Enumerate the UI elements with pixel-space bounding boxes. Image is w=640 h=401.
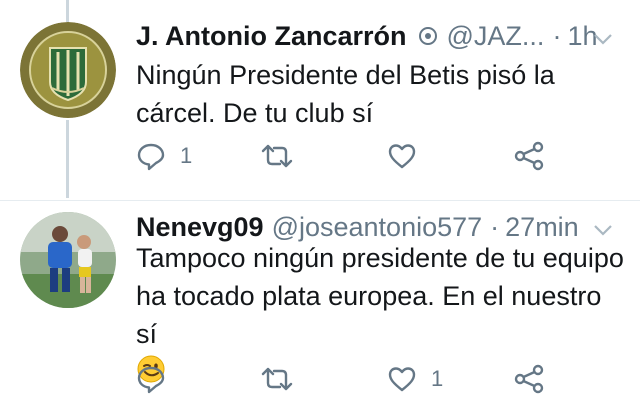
share-icon bbox=[514, 364, 544, 394]
heart-icon bbox=[388, 367, 416, 392]
tweet-header: J. Antonio Zancarrón @JAZ... · 1h bbox=[136, 18, 620, 54]
share-button[interactable] bbox=[513, 359, 545, 399]
tweet-actions: 1 bbox=[136, 359, 620, 399]
tweet-actions: 1 bbox=[136, 136, 620, 176]
share-button[interactable] bbox=[513, 136, 545, 176]
separator: · bbox=[552, 20, 562, 51]
thread-line-connector bbox=[66, 120, 69, 198]
badge-icon bbox=[417, 25, 439, 47]
chevron-down-icon[interactable] bbox=[592, 26, 614, 57]
display-name[interactable]: Nenevg09 bbox=[136, 212, 264, 243]
tweet-text-content: Tampoco ningún presidente de tu equipo h… bbox=[136, 243, 624, 349]
reply-icon bbox=[137, 143, 165, 171]
timestamp[interactable]: 27min bbox=[505, 212, 579, 243]
retweet-button[interactable] bbox=[260, 136, 308, 176]
tweet-1[interactable]: J. Antonio Zancarrón @JAZ... · 1h Ningún… bbox=[0, 0, 640, 200]
reply-count: 1 bbox=[180, 143, 193, 168]
tweet-2[interactable]: Nenevg09 @joseantonio577 · 27min Tampoco… bbox=[0, 200, 640, 401]
retweet-icon bbox=[261, 367, 293, 391]
reply-button[interactable]: 1 bbox=[136, 136, 192, 176]
retweet-button[interactable] bbox=[260, 359, 308, 399]
like-button[interactable] bbox=[387, 136, 431, 176]
retweet-icon bbox=[261, 144, 293, 168]
separator: · bbox=[490, 211, 500, 242]
share-icon bbox=[514, 141, 544, 171]
like-button[interactable]: 1 bbox=[387, 359, 443, 399]
like-count: 1 bbox=[431, 366, 444, 391]
tweet-text: Ningún Presidente del Betis pisó la cárc… bbox=[136, 60, 555, 128]
heart-icon bbox=[388, 144, 416, 169]
avatar[interactable] bbox=[20, 212, 116, 308]
handle[interactable]: @JAZ... bbox=[447, 21, 545, 52]
display-name[interactable]: J. Antonio Zancarrón bbox=[136, 21, 407, 52]
handle[interactable]: @joseantonio577 bbox=[272, 212, 483, 243]
reply-button[interactable] bbox=[136, 359, 180, 399]
avatar[interactable] bbox=[20, 22, 116, 118]
reply-icon bbox=[137, 366, 165, 394]
